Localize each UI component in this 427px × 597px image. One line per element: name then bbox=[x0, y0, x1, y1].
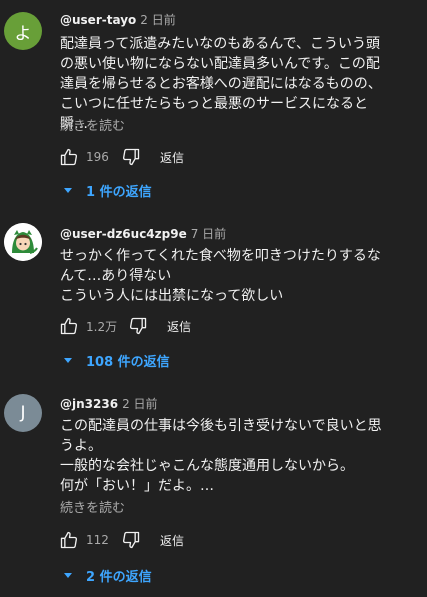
like-count: 196 bbox=[86, 150, 109, 164]
read-more-link[interactable]: 続きを読む bbox=[60, 118, 125, 136]
comment-time[interactable]: 2 日前 bbox=[140, 13, 175, 27]
author-name[interactable]: @user-tayo bbox=[60, 13, 136, 27]
caret-down-icon bbox=[64, 573, 72, 578]
like-count: 112 bbox=[86, 533, 109, 547]
author-name[interactable]: @user-dz6uc4zp9e bbox=[60, 227, 187, 241]
comment-text: この配達員の仕事は今後も引き受けないで良いと思 うよ。 一般的な会社じゃこんな態… bbox=[60, 418, 382, 494]
comment-header: @jn3236 2 日前 bbox=[60, 396, 158, 412]
view-replies-button[interactable]: 108 件の返信 bbox=[64, 351, 170, 370]
reply-button[interactable]: 返信 bbox=[160, 149, 184, 166]
thumbs-down-icon bbox=[122, 148, 140, 166]
replies-count: 1 件の返信 bbox=[86, 185, 152, 200]
comment-text: せっかく作ってくれた食べ物を叩きつけたりするな んて…あり得ない こういう人には… bbox=[60, 248, 381, 304]
comment-header: @user-dz6uc4zp9e 7 日前 bbox=[60, 226, 226, 242]
comment-time[interactable]: 2 日前 bbox=[122, 397, 157, 411]
comment-actions: 196 返信 bbox=[58, 145, 184, 169]
replies-count: 108 件の返信 bbox=[86, 355, 170, 370]
dislike-button[interactable] bbox=[120, 146, 142, 168]
thumbs-up-icon bbox=[60, 317, 78, 335]
dislike-button[interactable] bbox=[120, 529, 142, 551]
caret-down-icon bbox=[64, 188, 72, 193]
anime-character-avatar-icon bbox=[4, 223, 42, 261]
view-replies-button[interactable]: 2 件の返信 bbox=[64, 566, 152, 585]
replies-count: 2 件の返信 bbox=[86, 570, 152, 585]
thumbs-up-icon bbox=[60, 531, 78, 549]
thumbs-down-icon bbox=[130, 317, 147, 335]
comment-actions: 112 返信 bbox=[58, 528, 184, 552]
caret-down-icon bbox=[64, 358, 72, 363]
read-more-link[interactable]: 続きを読む bbox=[60, 500, 125, 518]
avatar[interactable] bbox=[4, 223, 42, 261]
thumbs-down-icon bbox=[122, 531, 140, 549]
like-button[interactable] bbox=[58, 315, 80, 337]
like-button[interactable] bbox=[58, 146, 80, 168]
like-button[interactable] bbox=[58, 529, 80, 551]
reply-button[interactable]: 返信 bbox=[167, 318, 191, 335]
comment-header: @user-tayo 2 日前 bbox=[60, 12, 176, 28]
avatar[interactable]: J bbox=[4, 394, 42, 432]
author-name[interactable]: @jn3236 bbox=[60, 397, 118, 411]
view-replies-button[interactable]: 1 件の返信 bbox=[64, 181, 152, 200]
like-count: 1.2万 bbox=[86, 319, 118, 334]
avatar[interactable]: よ bbox=[4, 12, 42, 50]
comment-time[interactable]: 7 日前 bbox=[191, 227, 226, 241]
dislike-button[interactable] bbox=[127, 315, 149, 337]
reply-button[interactable]: 返信 bbox=[160, 532, 184, 549]
thumbs-up-icon bbox=[60, 148, 78, 166]
comment-actions: 1.2万 返信 bbox=[58, 314, 191, 338]
